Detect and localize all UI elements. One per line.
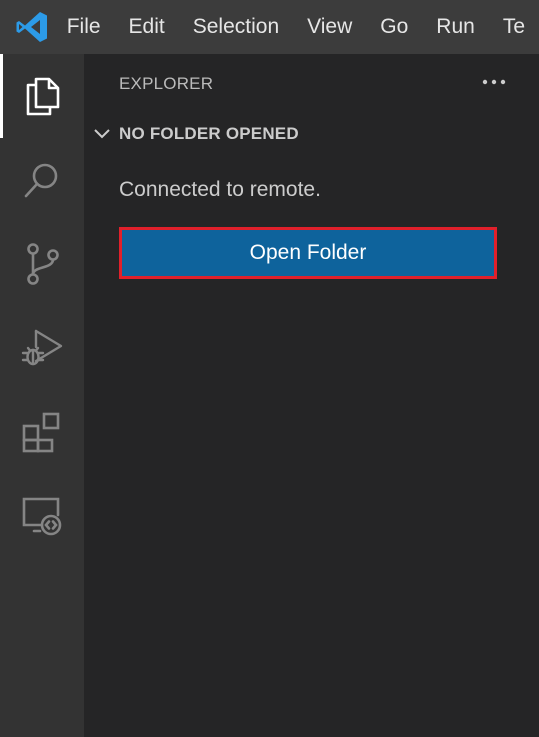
search-icon	[22, 160, 62, 200]
remote-explorer-icon	[21, 495, 63, 537]
sidebar-title: EXPLORER	[119, 74, 214, 93]
vscode-logo-icon	[0, 0, 67, 54]
source-control-icon	[22, 242, 62, 286]
menu-terminal[interactable]: Te	[489, 0, 539, 54]
run-debug-icon	[20, 327, 64, 369]
section-header-no-folder[interactable]: NO FOLDER OPENED	[84, 120, 539, 148]
menu-edit[interactable]: Edit	[115, 0, 179, 54]
menu-go[interactable]: Go	[366, 0, 422, 54]
activity-run-debug[interactable]	[0, 306, 84, 390]
title-bar: File Edit Selection View Go Run Te	[0, 0, 539, 54]
menu-selection[interactable]: Selection	[179, 0, 293, 54]
activity-search[interactable]	[0, 138, 84, 222]
extensions-icon	[21, 411, 63, 453]
activity-extensions[interactable]	[0, 390, 84, 474]
open-folder-button[interactable]: Open Folder	[119, 227, 497, 279]
menu-bar: File Edit Selection View Go Run Te	[67, 0, 539, 54]
activity-explorer[interactable]	[0, 54, 84, 138]
section-label: NO FOLDER OPENED	[119, 124, 299, 143]
menu-view[interactable]: View	[293, 0, 366, 54]
explorer-sidebar: EXPLORER NO FOLDER OPENED Connected to r…	[84, 54, 539, 737]
remote-status-message: Connected to remote.	[119, 178, 321, 201]
activity-remote-explorer[interactable]	[0, 474, 84, 558]
chevron-down-icon	[92, 124, 112, 144]
menu-file[interactable]: File	[67, 0, 115, 54]
activity-source-control[interactable]	[0, 222, 84, 306]
ellipsis-icon[interactable]	[480, 68, 508, 96]
explorer-icon	[22, 75, 62, 117]
activity-bar	[0, 54, 84, 737]
menu-run[interactable]: Run	[422, 0, 489, 54]
